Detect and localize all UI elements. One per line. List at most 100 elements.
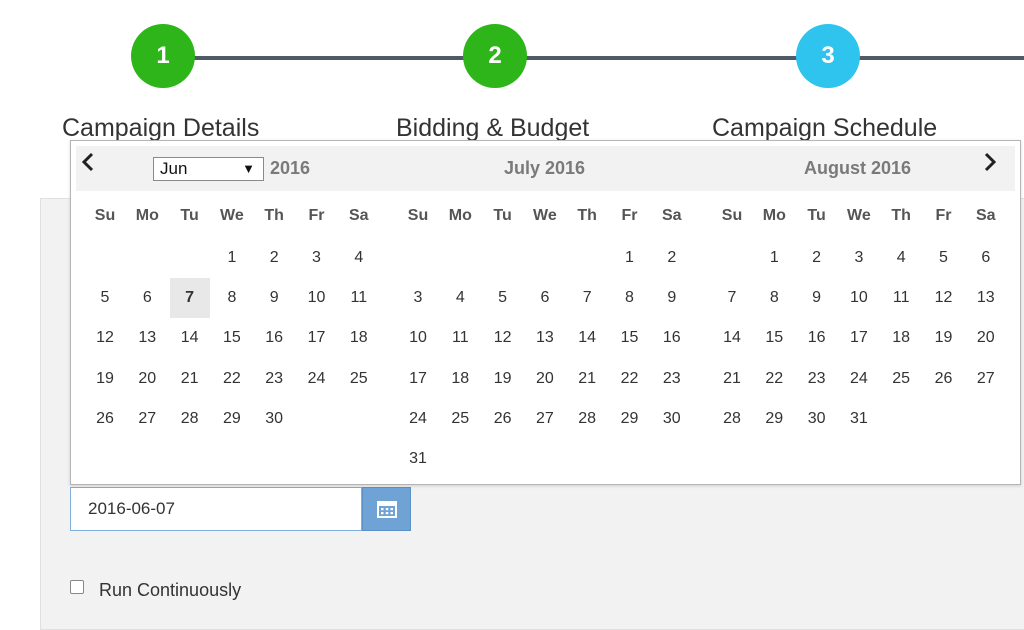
- calendar-day[interactable]: 1: [212, 238, 252, 278]
- calendar-day[interactable]: 21: [170, 359, 210, 399]
- calendar-day[interactable]: 8: [754, 278, 794, 318]
- calendar-day[interactable]: 13: [127, 318, 167, 358]
- start-date-input[interactable]: [70, 487, 362, 531]
- calendar-day[interactable]: 15: [754, 318, 794, 358]
- calendar-day[interactable]: 27: [525, 399, 565, 439]
- calendar-day[interactable]: 12: [924, 278, 964, 318]
- calendar-day[interactable]: 6: [127, 278, 167, 318]
- calendar-day[interactable]: 31: [839, 399, 879, 439]
- calendar-day[interactable]: 6: [525, 278, 565, 318]
- calendar-day[interactable]: 21: [567, 359, 607, 399]
- calendar-day[interactable]: 17: [398, 359, 438, 399]
- calendar-day[interactable]: 19: [483, 359, 523, 399]
- calendar-day[interactable]: 14: [567, 318, 607, 358]
- calendar-day[interactable]: 5: [483, 278, 523, 318]
- calendar-day[interactable]: 24: [398, 399, 438, 439]
- calendar-day[interactable]: 10: [398, 318, 438, 358]
- calendar-day[interactable]: 11: [881, 278, 921, 318]
- step-2-circle[interactable]: 2: [463, 24, 527, 88]
- calendar-day[interactable]: 15: [610, 318, 650, 358]
- calendar-day[interactable]: 2: [797, 238, 837, 278]
- calendar-day[interactable]: 24: [839, 359, 879, 399]
- calendar-day[interactable]: 1: [754, 238, 794, 278]
- calendar-day[interactable]: 9: [254, 278, 294, 318]
- calendar-day[interactable]: 27: [966, 359, 1006, 399]
- calendar-day[interactable]: 18: [339, 318, 379, 358]
- calendar-day[interactable]: 30: [254, 399, 294, 439]
- calendar-day[interactable]: 16: [652, 318, 692, 358]
- calendar-day[interactable]: 3: [839, 238, 879, 278]
- prev-month-button[interactable]: [81, 152, 95, 176]
- calendar-day[interactable]: 3: [398, 278, 438, 318]
- calendar-day[interactable]: 30: [797, 399, 837, 439]
- calendar-day[interactable]: 15: [212, 318, 252, 358]
- month-select[interactable]: Jun ▼: [153, 157, 264, 181]
- calendar-day[interactable]: 30: [652, 399, 692, 439]
- step-3-circle[interactable]: 3: [796, 24, 860, 88]
- calendar-day[interactable]: 8: [212, 278, 252, 318]
- calendar-day[interactable]: 28: [712, 399, 752, 439]
- calendar-day[interactable]: 17: [297, 318, 337, 358]
- calendar-button[interactable]: [362, 487, 411, 531]
- calendar-day[interactable]: 19: [85, 359, 125, 399]
- calendar-day[interactable]: 31: [398, 439, 438, 479]
- calendar-day[interactable]: 29: [610, 399, 650, 439]
- calendar-day[interactable]: 25: [881, 359, 921, 399]
- calendar-day[interactable]: 22: [212, 359, 252, 399]
- calendar-day[interactable]: 23: [652, 359, 692, 399]
- calendar-day[interactable]: 13: [525, 318, 565, 358]
- calendar-day[interactable]: 1: [610, 238, 650, 278]
- calendar-day[interactable]: 23: [797, 359, 837, 399]
- calendar-day[interactable]: 4: [440, 278, 480, 318]
- run-continuously-checkbox[interactable]: [70, 580, 84, 594]
- calendar-day[interactable]: 22: [610, 359, 650, 399]
- calendar-day[interactable]: 9: [652, 278, 692, 318]
- calendar-day[interactable]: 23: [254, 359, 294, 399]
- calendar-day[interactable]: 26: [924, 359, 964, 399]
- calendar-day[interactable]: 20: [966, 318, 1006, 358]
- calendar-day[interactable]: 19: [924, 318, 964, 358]
- calendar-day[interactable]: 7: [169, 278, 210, 319]
- calendar-day[interactable]: 13: [966, 278, 1006, 318]
- calendar-day[interactable]: 12: [483, 318, 523, 358]
- calendar-day[interactable]: 28: [170, 399, 210, 439]
- calendar-day[interactable]: 29: [212, 399, 252, 439]
- calendar-day[interactable]: 26: [483, 399, 523, 439]
- calendar-day[interactable]: 4: [881, 238, 921, 278]
- calendar-day[interactable]: 10: [839, 278, 879, 318]
- calendar-day[interactable]: 5: [924, 238, 964, 278]
- calendar-day[interactable]: 28: [567, 399, 607, 439]
- calendar-day[interactable]: 18: [440, 359, 480, 399]
- calendar-day[interactable]: 20: [127, 359, 167, 399]
- calendar-day[interactable]: 11: [440, 318, 480, 358]
- calendar-day[interactable]: 29: [754, 399, 794, 439]
- calendar-day[interactable]: 2: [254, 238, 294, 278]
- calendar-day[interactable]: 6: [966, 238, 1006, 278]
- calendar-day[interactable]: 25: [339, 359, 379, 399]
- calendar-day[interactable]: 25: [440, 399, 480, 439]
- calendar-day[interactable]: 20: [525, 359, 565, 399]
- step-1-circle[interactable]: 1: [131, 24, 195, 88]
- calendar-day[interactable]: 5: [85, 278, 125, 318]
- calendar-day[interactable]: 7: [567, 278, 607, 318]
- calendar-day[interactable]: 27: [127, 399, 167, 439]
- calendar-day[interactable]: 2: [652, 238, 692, 278]
- calendar-day[interactable]: 4: [339, 238, 379, 278]
- calendar-day[interactable]: 16: [254, 318, 294, 358]
- calendar-day[interactable]: 14: [712, 318, 752, 358]
- calendar-day[interactable]: 7: [712, 278, 752, 318]
- calendar-day[interactable]: 21: [712, 359, 752, 399]
- calendar-day[interactable]: 16: [797, 318, 837, 358]
- next-month-button[interactable]: [983, 152, 997, 176]
- calendar-day[interactable]: 8: [610, 278, 650, 318]
- calendar-day[interactable]: 10: [297, 278, 337, 318]
- calendar-day[interactable]: 9: [797, 278, 837, 318]
- calendar-day[interactable]: 26: [85, 399, 125, 439]
- calendar-day[interactable]: 22: [754, 359, 794, 399]
- calendar-day[interactable]: 14: [170, 318, 210, 358]
- calendar-day[interactable]: 12: [85, 318, 125, 358]
- calendar-day[interactable]: 3: [297, 238, 337, 278]
- calendar-day[interactable]: 24: [297, 359, 337, 399]
- calendar-day[interactable]: 18: [881, 318, 921, 358]
- calendar-day[interactable]: 17: [839, 318, 879, 358]
